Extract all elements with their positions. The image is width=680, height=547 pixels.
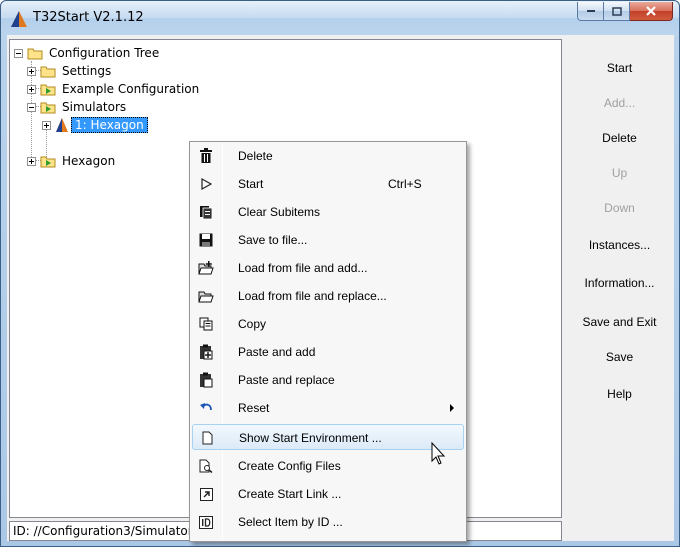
expand-toggle[interactable] — [27, 84, 36, 94]
menu-item-label: Load from file and replace... — [238, 289, 387, 303]
paste-add-icon — [198, 344, 214, 360]
menu-item-label: Copy — [238, 317, 267, 331]
tree-item-simulators[interactable]: Simulators — [27, 98, 126, 116]
start-button[interactable]: Start — [567, 54, 672, 82]
page-search-icon — [198, 458, 214, 474]
expand-toggle[interactable] — [42, 120, 51, 130]
play-icon — [198, 176, 214, 192]
collapse-toggle[interactable] — [14, 48, 23, 58]
menu-item-paste-and-add[interactable]: Paste and add — [192, 339, 464, 365]
expand-toggle[interactable] — [27, 156, 36, 166]
menu-item-label: Create Config Files — [238, 459, 341, 473]
menu-item-label: Paste and add — [238, 345, 316, 359]
tree-item-settings[interactable]: Settings — [27, 62, 111, 80]
floppy-icon — [198, 232, 214, 248]
menu-item-select-item-by-id[interactable]: Select Item by ID ... — [192, 509, 464, 535]
paste-icon — [198, 372, 214, 388]
id-icon — [198, 514, 214, 530]
run-folder-icon — [40, 84, 56, 95]
tree-item-1-hexagon[interactable]: 1: Hexagon — [42, 116, 148, 134]
save-and-exit-button[interactable]: Save and Exit — [567, 308, 672, 336]
up-button[interactable]: Up — [567, 159, 672, 187]
tree-item-root[interactable]: Configuration Tree — [14, 44, 159, 62]
menu-item-reset[interactable]: Reset — [192, 395, 464, 421]
menu-item-load-and-replace[interactable]: Load from file and replace... — [192, 283, 464, 309]
folder-icon — [40, 66, 56, 77]
expand-toggle[interactable] — [27, 66, 36, 76]
mouse-cursor-icon — [431, 442, 446, 465]
tree-item-label: Example Configuration — [62, 82, 200, 96]
app-logo-icon — [56, 118, 68, 132]
save-button[interactable]: Save — [567, 343, 672, 371]
close-icon — [646, 6, 656, 16]
run-folder-icon — [40, 102, 56, 113]
delete-button[interactable]: Delete — [567, 124, 672, 152]
open-folder-icon — [198, 288, 214, 304]
menu-item-load-and-add[interactable]: Load from file and add... — [192, 255, 464, 281]
title-bar[interactable]: T32Start V2.1.12 — [1, 1, 679, 35]
trash-icon — [198, 148, 214, 164]
menu-item-label: Clear Subitems — [238, 205, 321, 219]
maximize-icon — [611, 6, 622, 16]
tree-item-label: 1: Hexagon — [71, 117, 148, 133]
folder-icon — [27, 48, 43, 59]
menu-item-label: Reset — [238, 401, 270, 415]
menu-item-delete[interactable]: Delete — [192, 143, 464, 169]
menu-item-shortcut: Ctrl+S — [388, 177, 422, 191]
app-logo-icon — [11, 11, 27, 27]
menu-item-copy[interactable]: Copy — [192, 311, 464, 337]
undo-icon — [198, 400, 214, 416]
copy-icon — [198, 316, 214, 332]
tree-item-label: Configuration Tree — [49, 46, 160, 60]
window-title: T32Start V2.1.12 — [33, 10, 144, 25]
menu-item-create-config-files[interactable]: Create Config Files — [192, 453, 464, 479]
help-button[interactable]: Help — [567, 380, 672, 408]
add-button[interactable]: Add... — [567, 89, 672, 117]
page-icon — [199, 430, 215, 446]
maximize-button[interactable] — [604, 2, 630, 21]
caption-buttons — [577, 2, 673, 22]
menu-item-label: Start — [238, 177, 264, 191]
menu-item-label: Save to file... — [238, 233, 308, 247]
menu-item-create-start-link[interactable]: Create Start Link ... — [192, 481, 464, 507]
minimize-icon — [586, 10, 595, 12]
menu-item-start[interactable]: Start Ctrl+S — [192, 171, 464, 197]
shortcut-icon — [198, 486, 214, 502]
information-button[interactable]: Information... — [567, 269, 672, 297]
tree-item-hexagon[interactable]: Hexagon — [27, 152, 115, 170]
tree-item-label: Hexagon — [62, 154, 116, 168]
menu-item-label: Show Start Environment ... — [239, 431, 382, 445]
menu-item-save-to-file[interactable]: Save to file... — [192, 227, 464, 253]
context-menu: Delete Start Ctrl+S Clear Subitems Save … — [189, 141, 467, 542]
menu-item-label: Delete — [238, 149, 273, 163]
tree-item-label: Settings — [62, 64, 112, 78]
instances-button[interactable]: Instances... — [567, 231, 672, 259]
run-folder-icon — [40, 156, 56, 167]
menu-item-label: Load from file and add... — [238, 261, 368, 275]
menu-item-label: Paste and replace — [238, 373, 335, 387]
collapse-toggle[interactable] — [27, 102, 36, 112]
down-button[interactable]: Down — [567, 194, 672, 222]
minimize-button[interactable] — [577, 2, 604, 21]
tree-item-example-configuration[interactable]: Example Configuration — [27, 80, 199, 98]
menu-item-show-start-environment[interactable]: Show Start Environment ... — [192, 424, 464, 450]
menu-item-clear-subitems[interactable]: Clear Subitems — [192, 199, 464, 225]
menu-item-paste-and-replace[interactable]: Paste and replace — [192, 367, 464, 393]
clear-icon — [198, 204, 214, 220]
menu-item-label: Select Item by ID ... — [238, 515, 343, 529]
tree-item-label: Simulators — [62, 100, 127, 114]
close-button[interactable] — [630, 2, 673, 21]
menu-item-label: Create Start Link ... — [238, 487, 342, 501]
open-add-icon — [198, 260, 214, 276]
submenu-arrow-icon — [450, 404, 454, 412]
